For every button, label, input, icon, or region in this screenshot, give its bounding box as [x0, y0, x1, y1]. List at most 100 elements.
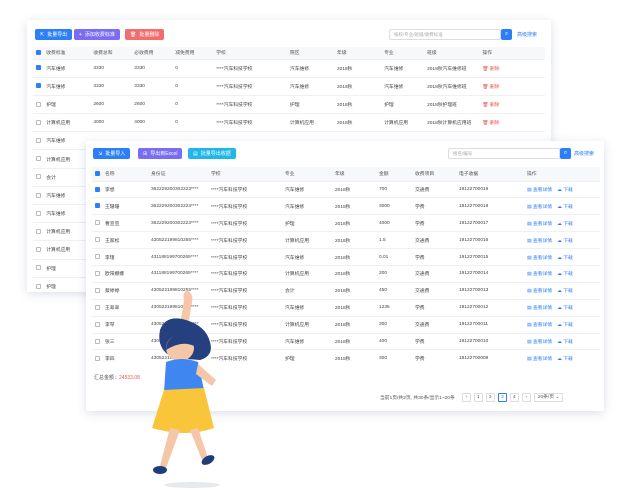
row-checkbox[interactable]	[95, 271, 100, 277]
row-checkbox[interactable]	[95, 220, 100, 226]
table-cell: 学费	[412, 298, 456, 317]
table-cell: 2018秋	[332, 332, 376, 350]
row-checkbox[interactable]	[95, 203, 100, 209]
view-details-link[interactable]: ▤ 查看详情	[527, 340, 552, 345]
page-button[interactable]: 4	[509, 393, 519, 402]
download-label: 下载	[563, 272, 573, 278]
download-link[interactable]: ☁ 下载	[557, 306, 573, 311]
export-excel-button[interactable]: ⊞ 导出到Excel	[138, 148, 183, 159]
column-header: 操作	[479, 47, 545, 59]
table-cell: 王家松	[102, 231, 148, 249]
page-size-select[interactable]: 20条/页 ⌄	[533, 393, 564, 402]
download-link[interactable]: ☁ 下载	[557, 357, 573, 362]
checkbox-cell	[33, 131, 44, 150]
row-checkbox[interactable]	[36, 228, 41, 234]
action-cell: ▤ 查看详情 ☁ 下载	[524, 231, 600, 249]
view-details-link[interactable]: ▤ 查看详情	[527, 306, 552, 311]
front-advanced-search-link[interactable]: 高级搜索	[574, 150, 594, 157]
table-cell: 欧阳娜娜	[102, 264, 148, 283]
download-label: 下载	[563, 255, 573, 261]
table-cell: 2018秋	[332, 281, 376, 300]
view-details-link[interactable]: ▤ 查看详情	[527, 256, 552, 261]
table-cell: 3330	[90, 58, 132, 78]
select-all-checkbox[interactable]	[95, 170, 100, 176]
row-checkbox[interactable]	[36, 156, 41, 162]
row-checkbox[interactable]	[36, 137, 41, 143]
view-details-link[interactable]: ▤ 查看详情	[527, 239, 552, 244]
view-details-link[interactable]: ▤ 查看详情	[527, 205, 552, 210]
view-details-link[interactable]: ▤ 查看详情	[527, 357, 552, 362]
row-checkbox[interactable]	[36, 265, 41, 271]
row-checkbox[interactable]	[36, 101, 41, 107]
row-checkbox[interactable]	[36, 174, 41, 180]
download-link[interactable]: ☁ 下载	[557, 239, 573, 244]
column-header: 金额	[376, 167, 412, 181]
delete-button[interactable]: 🗑 删除	[482, 67, 499, 72]
delete-button[interactable]: 🗑 删除	[482, 103, 499, 108]
table-cell: 3000	[376, 197, 412, 215]
view-details-link[interactable]: ▤ 查看详情	[527, 272, 552, 277]
row-checkbox[interactable]	[36, 283, 41, 289]
table-cell: 2018秋	[332, 231, 376, 249]
download-link[interactable]: ☁ 下载	[557, 222, 573, 227]
row-checkbox[interactable]	[36, 247, 41, 253]
table-cell: 汽车维修	[381, 76, 425, 96]
table-cell: 300	[376, 315, 412, 334]
row-checkbox[interactable]	[95, 355, 100, 361]
table-cell: 400	[376, 332, 412, 350]
jumping-girl-illustration	[152, 290, 220, 488]
row-checkbox[interactable]	[95, 338, 100, 344]
back-search-button[interactable]: ⌕	[501, 29, 512, 40]
row-checkbox[interactable]	[36, 65, 41, 71]
add-fee-standard-button[interactable]: + 添加收费标准	[74, 29, 120, 40]
back-advanced-search-link[interactable]: 高级搜索	[517, 31, 537, 38]
row-checkbox[interactable]	[95, 304, 100, 310]
row-checkbox[interactable]	[36, 119, 41, 125]
download-link[interactable]: ☁ 下载	[557, 205, 573, 210]
checkbox-cell	[92, 248, 102, 266]
view-details-link[interactable]: ▤ 查看详情	[527, 323, 552, 328]
delete-button[interactable]: 🗑 删除	[482, 85, 499, 90]
download-link[interactable]: ☁ 下载	[557, 256, 573, 261]
front-search-input[interactable]: 搜名/编号	[448, 148, 560, 159]
table-cell: 300	[376, 349, 412, 367]
row-checkbox[interactable]	[36, 192, 41, 198]
front-search-button[interactable]: ⌕	[560, 148, 571, 159]
row-checkbox[interactable]	[95, 254, 100, 260]
batch-export-receipt-button[interactable]: ▤ 批量导出收据	[188, 148, 236, 159]
select-all-checkbox[interactable]	[36, 49, 41, 55]
next-page-button[interactable]: ›	[521, 393, 531, 402]
column-header: 收费项目	[412, 167, 456, 181]
download-link[interactable]: ☁ 下载	[557, 289, 573, 294]
batch-export-button[interactable]: ⇱ 批量导出	[35, 29, 73, 40]
page-button[interactable]: 1	[473, 393, 483, 402]
table-cell: 王珊珊	[102, 197, 148, 215]
download-link[interactable]: ☁ 下载	[557, 323, 573, 328]
page-button[interactable]: 3	[497, 393, 507, 402]
batch-delete-button[interactable]: 🗑 批量删除	[125, 29, 165, 40]
batch-import-button[interactable]: ⇲ 批量导入	[93, 148, 131, 159]
row-checkbox[interactable]	[95, 287, 100, 293]
download-label: 下载	[563, 289, 573, 295]
view-details-link[interactable]: ▤ 查看详情	[527, 222, 552, 227]
row-checkbox[interactable]	[95, 321, 100, 327]
row-checkbox[interactable]	[36, 210, 41, 216]
back-search-input[interactable]: 按校/专业/班级/收费标准	[389, 29, 501, 40]
delete-button[interactable]: 🗑 删除	[482, 121, 499, 126]
table-cell: 交通费	[412, 281, 456, 300]
row-checkbox[interactable]	[36, 83, 41, 89]
page-button[interactable]: 2	[485, 393, 495, 402]
download-link[interactable]: ☁ 下载	[557, 188, 573, 193]
action-cell: ▤ 查看详情 ☁ 下载	[524, 315, 600, 334]
view-details-label: 查看详情	[532, 272, 553, 278]
row-checkbox[interactable]	[95, 186, 100, 192]
chevron-down-icon: ⌄	[555, 395, 560, 400]
download-link[interactable]: ☁ 下载	[557, 272, 573, 277]
table-cell: 护理	[286, 94, 334, 114]
download-link[interactable]: ☁ 下载	[557, 340, 573, 345]
view-details-link[interactable]: ▤ 查看详情	[527, 289, 552, 294]
row-checkbox[interactable]	[95, 237, 100, 243]
view-details-link[interactable]: ▤ 查看详情	[527, 188, 552, 193]
checkbox-cell	[92, 180, 102, 198]
prev-page-button[interactable]: ‹	[461, 393, 471, 402]
